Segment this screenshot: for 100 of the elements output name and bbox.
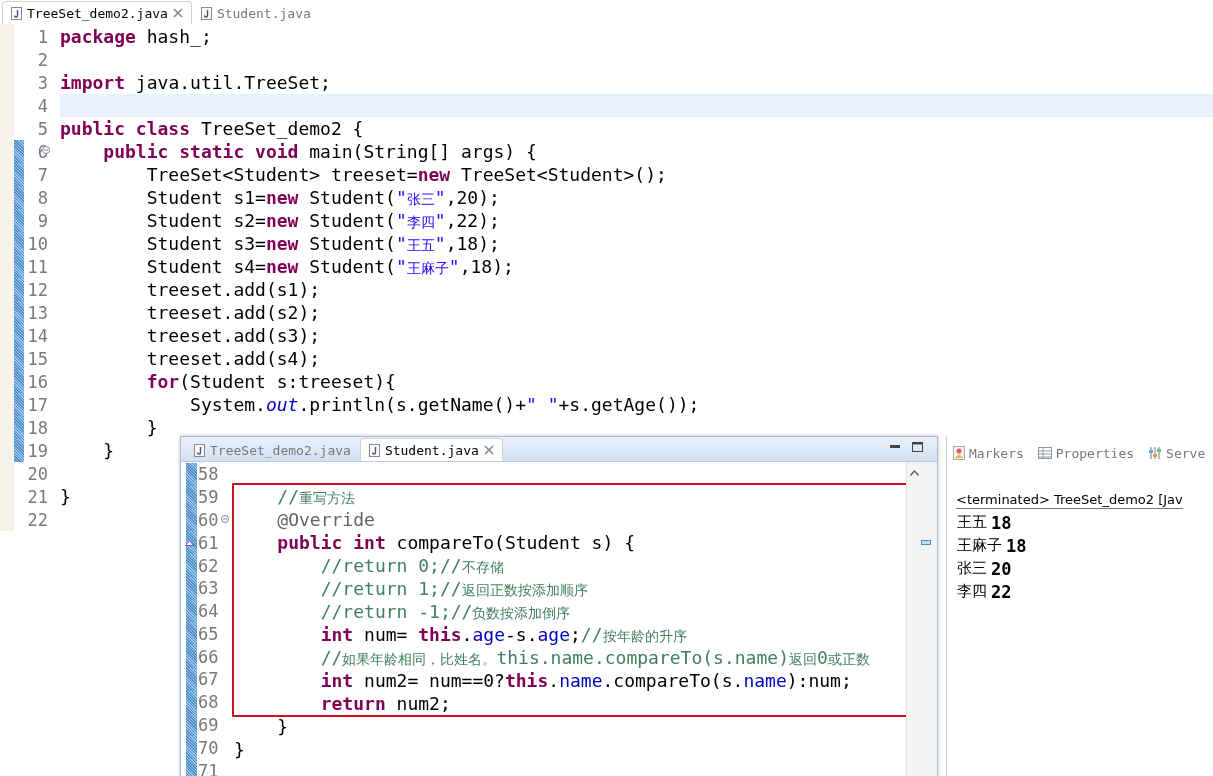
line-number: 62: [198, 555, 219, 576]
line-number: 4: [37, 95, 48, 116]
line-number: 16: [27, 371, 48, 392]
code-line: Student s2=new Student("李四",22);: [145, 209, 500, 232]
change-marker: [186, 736, 197, 760]
code-line: }: [145, 416, 158, 439]
code-line: treeset.add(s2);: [145, 301, 321, 324]
line-number: 65: [198, 623, 219, 644]
code-line: treeset.add(s3);: [145, 324, 321, 347]
line-number: 70: [198, 737, 219, 758]
code-line: }: [60, 485, 71, 508]
close-icon[interactable]: [483, 445, 494, 455]
line-number: 8: [37, 187, 48, 208]
view-tab[interactable]: Markers: [953, 442, 1024, 464]
code-line: Student s1=new Student("张三",20);: [145, 186, 500, 209]
code-line: @Override: [276, 507, 375, 531]
code-line: int num2= num==0?this.name.compareTo(s.name):num;: [319, 668, 852, 692]
line-number: 15: [27, 348, 48, 369]
output-name: 王麻子: [957, 536, 1002, 555]
code-line: }: [234, 737, 245, 761]
minimize-icon[interactable]: [890, 444, 900, 449]
console-header: <terminated> TreeSet_demo2 [Jav: [956, 492, 1183, 509]
code-line: int num= this.age-s.age;//按年龄的升序: [319, 622, 687, 646]
line-number: 10: [27, 233, 48, 254]
line-number: 59: [198, 487, 219, 508]
file-icon: [368, 443, 380, 457]
change-marker: [186, 485, 197, 509]
code-line: System.out.println(s.getName()+" "+s.getAge());: [189, 393, 700, 416]
code-line: public class TreeSet_demo2 {: [60, 117, 364, 140]
code-line: //return 0;//不存储: [319, 553, 504, 577]
code-line: TreeSet<Student> treeset=new TreeSet<Student>();: [145, 163, 667, 186]
output-value: 18: [991, 512, 1012, 533]
change-marker: [186, 599, 197, 623]
sliders-icon: [1148, 446, 1163, 460]
line-number: 9: [37, 210, 48, 231]
output-value: 20: [991, 558, 1012, 579]
code-line: //return 1;//返回正数按添加顺序: [319, 576, 588, 600]
code-line: }: [102, 439, 115, 462]
line-number: 67: [198, 669, 219, 690]
line-number: 68: [198, 692, 219, 713]
line-number: 22: [27, 509, 48, 530]
code-line: return num2;: [319, 691, 451, 715]
line-number: 69: [198, 715, 219, 735]
output-value: 18: [1006, 535, 1027, 556]
caret-icon[interactable]: [910, 470, 919, 476]
file-tab[interactable]: TreeSet_demo2.java: [2, 1, 192, 24]
line-number: 64: [198, 601, 219, 622]
code-line: public int compareTo(Student s) {: [276, 530, 635, 554]
output-value: 22: [991, 581, 1012, 602]
line-number: 18: [27, 417, 48, 438]
table-icon: [1037, 447, 1052, 459]
line-number: 19: [27, 440, 48, 461]
line-number: 17: [27, 394, 48, 415]
change-marker: [186, 645, 197, 669]
marker-icon: [921, 540, 931, 545]
line-number: 3: [37, 72, 48, 93]
code-line: treeset.add(s4);: [145, 347, 321, 370]
file-tab[interactable]: TreeSet_demo2.java: [185, 438, 360, 461]
line-number: 60: [198, 509, 219, 530]
line-number: 63: [198, 578, 219, 599]
line-number: 2: [37, 49, 48, 70]
change-marker: [186, 713, 197, 737]
file-icon: [200, 6, 212, 20]
code-line: }: [276, 714, 289, 738]
line-number: 13: [27, 302, 48, 323]
line-number: 7: [37, 164, 48, 185]
file-tab[interactable]: Student.java: [191, 1, 320, 24]
markers-icon: [953, 446, 965, 460]
close-icon[interactable]: [172, 8, 183, 18]
change-marker: [186, 576, 197, 600]
line-number: 21: [27, 486, 48, 507]
file-icon: [11, 6, 22, 20]
code-line: //return -1;//负数按添加倒序: [319, 599, 571, 623]
line-number: 66: [198, 646, 219, 667]
line-number: 5: [37, 118, 48, 139]
change-marker: [186, 554, 197, 577]
output-name: 李四: [957, 582, 987, 601]
output-name: 王五: [957, 513, 987, 532]
view-tab[interactable]: Serve: [1148, 442, 1206, 464]
code-line: //重写方法: [276, 484, 356, 508]
view-tab[interactable]: Properties: [1037, 442, 1135, 464]
line-number: 11: [27, 256, 48, 277]
code-line: package hash_;: [60, 25, 212, 48]
maximize-icon[interactable]: [912, 441, 923, 452]
output-name: 张三: [957, 559, 987, 578]
code-line: //如果年龄相同，比姓名。this.name.compareTo(s.name)返回0或正数: [319, 645, 870, 669]
line-number: 71: [198, 760, 219, 776]
code-line: treeset.add(s1);: [145, 278, 321, 301]
line-number: 1: [37, 26, 48, 47]
fold-icon[interactable]: [221, 514, 229, 523]
change-marker: [186, 508, 197, 532]
change-marker: [186, 622, 197, 646]
code-line: import java.util.TreeSet;: [60, 71, 331, 94]
code-line: Student s3=new Student("王五",18);: [145, 232, 500, 255]
change-marker: [186, 463, 197, 486]
change-marker: [186, 690, 197, 714]
line-number: 58: [198, 464, 219, 485]
code-line: public static void main(String[] args) {: [102, 140, 537, 163]
line-number: 14: [27, 325, 48, 346]
file-tab[interactable]: Student.java: [359, 438, 503, 461]
